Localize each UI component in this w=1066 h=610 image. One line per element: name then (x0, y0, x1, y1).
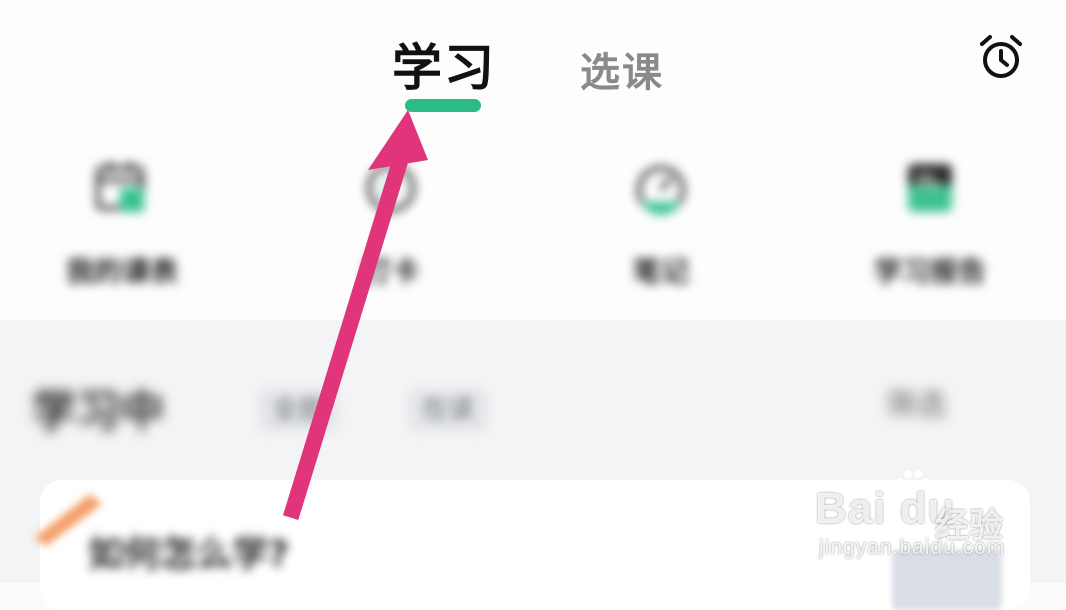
filter-pill-all[interactable]: 全部 (258, 388, 338, 432)
check-circle-icon (367, 164, 415, 212)
calendar-icon (96, 162, 144, 212)
course-title: 如何怎么学? (88, 534, 289, 575)
quick-action-label: 我的课表 (65, 255, 178, 288)
alarm-clock-icon[interactable] (976, 32, 1026, 82)
filter-dropdown[interactable]: 筛选 (886, 380, 946, 424)
tab-course-selection[interactable]: 选课 (580, 40, 664, 98)
filter-pill-reading[interactable]: 在读 (408, 388, 488, 432)
active-tab-indicator (405, 99, 481, 112)
tab-study[interactable]: 学习 (392, 28, 496, 100)
quick-action-label: 打卡 (362, 255, 419, 288)
section-title: 学习中 (32, 386, 164, 437)
quick-actions-row: 我的课表 打卡 笔记 学习报告 (0, 130, 1066, 320)
watermark-url: jingyan.baidu.com (819, 536, 1006, 559)
quick-action-label: 笔记 (632, 255, 689, 288)
quick-action-notes[interactable]: 笔记 (566, 160, 756, 290)
quick-action-checkin[interactable]: 打卡 (296, 160, 486, 290)
timer-icon (637, 166, 685, 215)
top-bar: 学习 选课 (0, 0, 1066, 130)
quick-action-report[interactable]: 学习报告 (835, 160, 1025, 290)
quick-action-schedule[interactable]: 我的课表 (27, 160, 217, 290)
notebook-icon (908, 164, 952, 212)
quick-action-label: 学习报告 (873, 255, 986, 288)
